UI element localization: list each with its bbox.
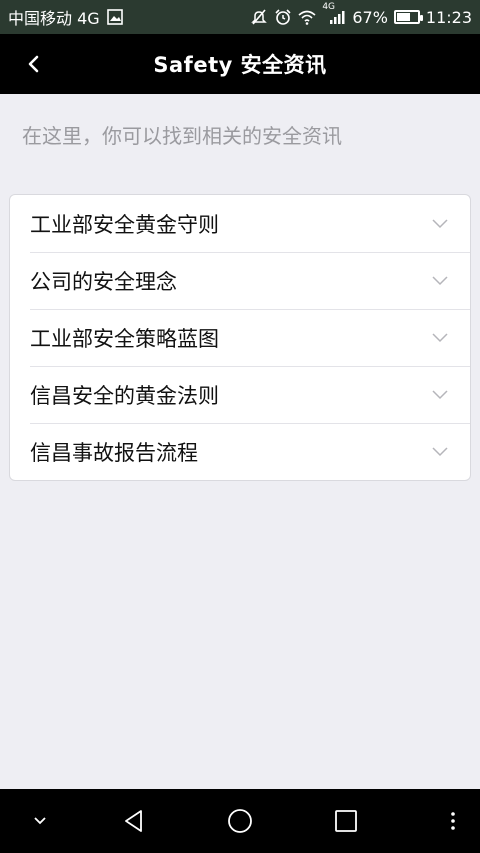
chevron-down-icon [432, 275, 448, 286]
recents-nav-button[interactable] [324, 789, 368, 853]
status-bar: 中国移动 4G 4G 67% 11:23 [0, 0, 480, 34]
battery-icon [393, 10, 423, 24]
list-item-label: 信昌安全的黄金法则 [30, 383, 219, 408]
alarm-icon [274, 8, 292, 26]
list-item[interactable]: 工业部安全黄金守则 [10, 195, 470, 252]
signal-icon: 4G [322, 2, 346, 26]
back-arrow-icon [24, 54, 44, 74]
home-nav-button[interactable] [218, 789, 262, 853]
carrier-label: 中国移动 4G [8, 9, 100, 28]
chevron-down-icon [432, 446, 448, 457]
more-nav-button[interactable] [438, 789, 468, 853]
safety-topic-list: 工业部安全黄金守则 公司的安全理念 工业部安全策略蓝图 信昌安全的黄金法则 信昌… [9, 194, 471, 481]
title-bar: Safety 安全资讯 [0, 34, 480, 94]
status-left: 中国移动 4G [8, 5, 124, 29]
list-item-label: 公司的安全理念 [30, 269, 177, 294]
more-vertical-icon [450, 811, 456, 831]
chevron-down-icon [432, 218, 448, 229]
app-screen: 中国移动 4G 4G 67% 11:23 Safety 安全资讯 在这里，你可以… [0, 0, 480, 853]
image-icon [106, 8, 124, 26]
list-item-label: 工业部安全策略蓝图 [30, 326, 219, 351]
list-item-label: 工业部安全黄金守则 [30, 212, 219, 237]
list-item[interactable]: 公司的安全理念 [10, 252, 470, 309]
list-item-label: 信昌事故报告流程 [30, 440, 198, 465]
status-right: 4G 67% 11:23 [250, 2, 472, 27]
mute-icon [250, 8, 268, 26]
circle-home-icon [227, 808, 253, 834]
list-item[interactable]: 信昌安全的黄金法则 [10, 366, 470, 423]
hide-nav-button[interactable] [22, 789, 58, 853]
page-title: Safety 安全资讯 [153, 53, 327, 77]
square-recents-icon [334, 809, 358, 833]
battery-level [396, 13, 410, 21]
clock: 11:23 [425, 7, 472, 27]
chevron-down-icon [432, 332, 448, 343]
list-item[interactable]: 信昌事故报告流程 [10, 423, 470, 480]
back-nav-button[interactable] [112, 789, 156, 853]
navigation-bar [0, 789, 480, 853]
hint-text: 在这里，你可以找到相关的安全资讯 [22, 124, 342, 148]
chevron-down-icon [432, 389, 448, 400]
list-item[interactable]: 工业部安全策略蓝图 [10, 309, 470, 366]
back-button[interactable] [14, 44, 54, 84]
battery-percent: 67% [352, 7, 388, 27]
chevron-down-icon [33, 816, 47, 826]
triangle-back-icon [122, 809, 146, 833]
wifi-icon [298, 8, 316, 26]
network-type-label: 4G [322, 2, 336, 12]
